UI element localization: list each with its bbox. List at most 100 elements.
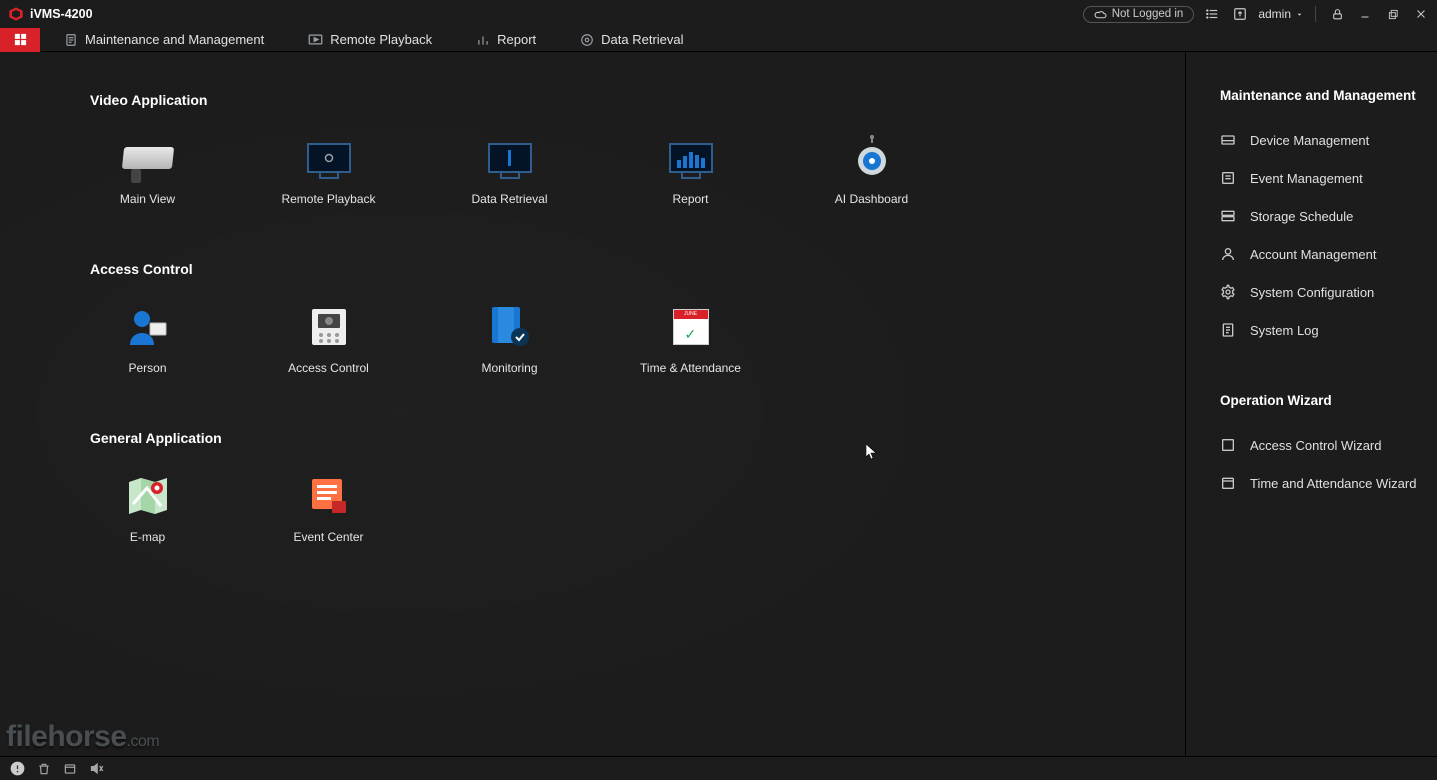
tile-label: AI Dashboard: [835, 192, 908, 206]
tile-label: Report: [672, 192, 708, 206]
tile-label: Access Control: [288, 361, 369, 375]
rp-label: Device Management: [1250, 133, 1369, 148]
status-alert-button[interactable]: [10, 761, 25, 776]
retrieval-monitor-icon: [481, 136, 539, 180]
lock-icon[interactable]: [1327, 4, 1347, 24]
calendar-icon: JUNE✓: [662, 305, 720, 349]
tile-label: E-map: [130, 530, 165, 544]
rp-item-device-management[interactable]: Device Management: [1220, 121, 1437, 159]
login-status-text: Not Logged in: [1112, 8, 1184, 20]
gear-icon: [1220, 284, 1236, 300]
home-button[interactable]: [0, 28, 40, 52]
rp-item-time-attendance-wizard[interactable]: Time and Attendance Wizard: [1220, 464, 1437, 502]
tile-label: Event Center: [293, 530, 363, 544]
document-icon: [64, 33, 78, 47]
device-icon: [1220, 132, 1236, 148]
rp-item-account-management[interactable]: Account Management: [1220, 235, 1437, 273]
rp-label: Account Management: [1250, 247, 1376, 262]
rp-heading-ow: Operation Wizard: [1220, 393, 1437, 408]
rp-item-access-control-wizard[interactable]: Access Control Wizard: [1220, 426, 1437, 464]
report-monitor-icon: [662, 136, 720, 180]
separator: [1315, 6, 1316, 22]
tile-data-retrieval[interactable]: Data Retrieval: [452, 136, 567, 206]
maximize-button[interactable]: [1383, 4, 1403, 24]
log-icon: [1220, 322, 1236, 338]
tab-maintenance[interactable]: Maintenance and Management: [44, 28, 284, 52]
person-icon: [119, 305, 177, 349]
status-bar: [0, 756, 1437, 780]
wizard-icon: [1220, 437, 1236, 453]
export-icon[interactable]: [1230, 4, 1250, 24]
rp-label: Time and Attendance Wizard: [1250, 476, 1416, 491]
camera-icon: [119, 136, 177, 180]
tile-remote-playback[interactable]: Remote Playback: [271, 136, 386, 206]
playback-icon: [308, 32, 323, 47]
cloud-icon: [1094, 8, 1107, 21]
retrieval-icon: [580, 33, 594, 47]
section-title-access: Access Control: [90, 261, 1185, 277]
rp-label: System Log: [1250, 323, 1319, 338]
app-title: iVMS-4200: [30, 7, 93, 21]
tile-time-attendance[interactable]: JUNE✓ Time & Attendance: [633, 305, 748, 375]
right-panel: Maintenance and Management Device Manage…: [1185, 52, 1437, 756]
tile-access-control[interactable]: Access Control: [271, 305, 386, 375]
tile-person[interactable]: Person: [90, 305, 205, 375]
title-bar: iVMS-4200 Not Logged in admin: [0, 0, 1437, 28]
watermark: filehorse.com: [6, 720, 159, 754]
chevron-down-icon: [1295, 10, 1304, 19]
login-status-pill[interactable]: Not Logged in: [1083, 6, 1195, 23]
tab-label: Maintenance and Management: [85, 32, 264, 47]
storage-icon: [1220, 208, 1236, 224]
tab-label: Report: [497, 32, 536, 47]
tile-main-view[interactable]: Main View: [90, 136, 205, 206]
app-logo: [8, 6, 24, 22]
tab-remote-playback[interactable]: Remote Playback: [288, 28, 452, 52]
tile-event-center[interactable]: Event Center: [271, 474, 386, 544]
tile-label: Time & Attendance: [640, 361, 741, 375]
tile-monitoring[interactable]: Monitoring: [452, 305, 567, 375]
mouse-cursor: [866, 444, 878, 463]
ai-dashboard-icon: [843, 136, 901, 180]
rp-label: Event Management: [1250, 171, 1363, 186]
tab-label: Remote Playback: [330, 32, 432, 47]
rp-item-storage-schedule[interactable]: Storage Schedule: [1220, 197, 1437, 235]
tile-report[interactable]: Report: [633, 136, 748, 206]
map-icon: [119, 474, 177, 518]
playback-monitor-icon: [300, 136, 358, 180]
main-area: Video Application Main View Remote Playb…: [0, 52, 1185, 756]
tile-label: Main View: [120, 192, 175, 206]
tile-label: Person: [128, 361, 166, 375]
tab-label: Data Retrieval: [601, 32, 683, 47]
tile-ai-dashboard[interactable]: AI Dashboard: [814, 136, 929, 206]
section-title-general: General Application: [90, 430, 1185, 446]
access-control-icon: [300, 305, 358, 349]
tile-emap[interactable]: E-map: [90, 474, 205, 544]
rp-item-system-log[interactable]: System Log: [1220, 311, 1437, 349]
watermark-suffix: .com: [127, 733, 160, 750]
status-trash-button[interactable]: [37, 762, 51, 776]
tab-report[interactable]: Report: [456, 28, 556, 52]
close-button[interactable]: [1411, 4, 1431, 24]
tile-label: Data Retrieval: [471, 192, 547, 206]
account-icon: [1220, 246, 1236, 262]
menu-bar: Maintenance and Management Remote Playba…: [0, 28, 1437, 52]
rp-heading-mm: Maintenance and Management: [1220, 88, 1437, 103]
list-icon[interactable]: [1202, 4, 1222, 24]
status-window-button[interactable]: [63, 762, 77, 776]
monitoring-icon: [481, 305, 539, 349]
rp-label: Storage Schedule: [1250, 209, 1353, 224]
minimize-button[interactable]: [1355, 4, 1375, 24]
grid-icon: [13, 32, 28, 47]
user-menu[interactable]: admin: [1258, 7, 1304, 21]
rp-item-event-management[interactable]: Event Management: [1220, 159, 1437, 197]
watermark-main: filehorse: [6, 720, 127, 753]
rp-label: System Configuration: [1250, 285, 1374, 300]
tab-data-retrieval[interactable]: Data Retrieval: [560, 28, 703, 52]
status-volume-button[interactable]: [89, 761, 104, 776]
title-bar-right: Not Logged in admin: [1083, 4, 1437, 24]
user-name: admin: [1258, 7, 1291, 21]
section-title-video: Video Application: [90, 92, 1185, 108]
calendar-month: JUNE: [674, 310, 708, 319]
report-icon: [476, 33, 490, 47]
rp-item-system-configuration[interactable]: System Configuration: [1220, 273, 1437, 311]
